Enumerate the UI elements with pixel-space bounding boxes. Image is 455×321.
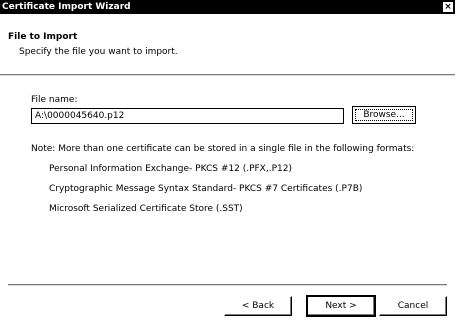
wizard-header: File to Import Specify the file you want… <box>0 14 455 74</box>
back-button-label: < Back <box>241 301 275 311</box>
page-title: File to Import <box>8 32 78 42</box>
back-button[interactable]: < Back <box>224 296 292 316</box>
page-subtitle: Specify the file you want to import. <box>19 47 178 57</box>
format-item-p7b: Cryptographic Message Syntax Standard- P… <box>49 184 363 194</box>
header-divider-highlight <box>0 75 455 76</box>
file-name-input[interactable] <box>32 109 341 123</box>
file-name-label: File name: <box>31 95 78 105</box>
close-icon[interactable]: × <box>443 2 453 12</box>
browse-button[interactable]: Browse... <box>352 106 416 124</box>
format-item-sst: Microsoft Serialized Certificate Store (… <box>49 204 243 214</box>
next-button-label: Next > <box>325 301 357 311</box>
next-button[interactable]: Next > <box>306 295 376 317</box>
note-text: Note: More than one certificate can be s… <box>31 144 415 154</box>
format-item-pfx: Personal Information Exchange- PKCS #12 … <box>49 164 292 174</box>
title-bar: Certificate Import Wizard × <box>0 0 455 14</box>
cancel-button-label: Cancel <box>397 301 429 311</box>
focus-rectangle <box>355 109 413 121</box>
cancel-button[interactable]: Cancel <box>379 296 447 316</box>
footer-divider-highlight <box>8 285 447 286</box>
file-name-field-box[interactable] <box>31 108 344 124</box>
window-title: Certificate Import Wizard <box>2 2 131 12</box>
